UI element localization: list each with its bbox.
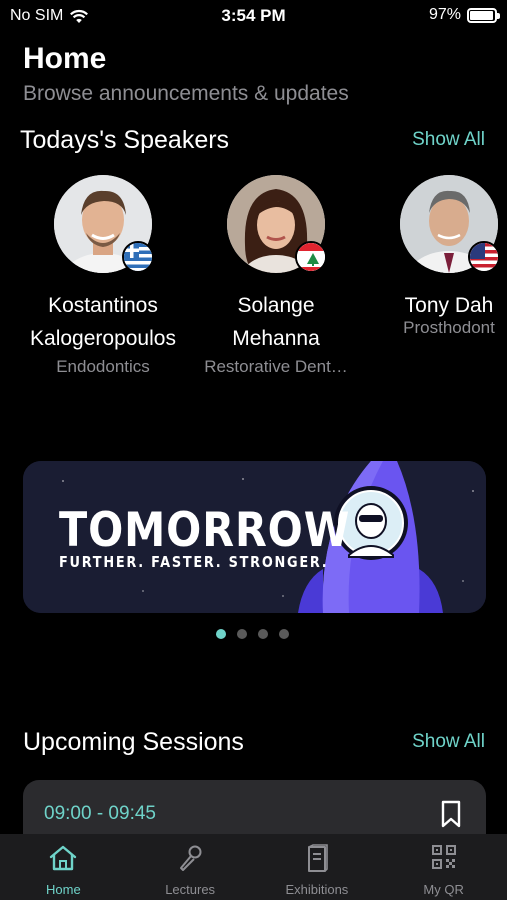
speaker-first-name: Kostantinos (48, 294, 158, 317)
speaker-specialty: Prosthodont (403, 318, 495, 337)
speaker-specialty: Restorative Dent… (204, 357, 348, 376)
banner-title: TOMORROW (59, 503, 351, 558)
sessions-section-title: Upcoming Sessions (23, 728, 244, 756)
tab-label: My QR (423, 882, 464, 897)
bookmark-icon[interactable] (440, 800, 462, 828)
status-bar: No SIM 3:54 PM 97% (0, 0, 507, 34)
battery-icon (467, 7, 500, 23)
carousel-pagination[interactable] (216, 629, 289, 639)
microphone-icon (180, 845, 202, 871)
battery-status: 97% (428, 6, 500, 24)
speaker-name: Solange Mehanna (176, 289, 376, 355)
tab-exhibitions[interactable]: Exhibitions (254, 834, 381, 900)
speakers-show-all-link[interactable]: Show All (412, 129, 485, 151)
home-icon (50, 845, 77, 871)
speaker-last-name: Mehanna (232, 327, 320, 350)
speaker-specialty: Endodontics (56, 357, 150, 376)
speaker-card[interactable]: Tony Dah Prosthodont (349, 175, 507, 338)
tab-label: Home (46, 882, 81, 897)
tab-home[interactable]: Home (0, 834, 127, 900)
usa-flag-icon (468, 241, 500, 273)
promo-banner[interactable]: TOMORROW FURTHER. FASTER. STRONGER. (23, 461, 486, 613)
speakers-carousel[interactable]: Kostantinos Kalogeropoulos Endodontics S… (0, 175, 507, 385)
speaker-name: Kostantinos Kalogeropoulos (3, 289, 203, 355)
speaker-card[interactable]: Kostantinos Kalogeropoulos Endodontics (3, 175, 203, 377)
tab-lectures[interactable]: Lectures (127, 834, 254, 900)
sessions-show-all-link[interactable]: Show All (412, 731, 485, 753)
tab-my-qr[interactable]: My QR (380, 834, 507, 900)
booklet-icon (307, 844, 328, 872)
sessions-section-header: Upcoming Sessions Show All (0, 728, 507, 762)
page-subtitle: Browse announcements & updates (23, 82, 349, 105)
speaker-last-name: Kalogeropoulos (30, 327, 176, 350)
session-time: 09:00 - 09:45 (44, 803, 156, 824)
pagination-dot[interactable] (258, 629, 268, 639)
speakers-section-header: Todays's Speakers Show All (0, 126, 507, 160)
lebanon-flag-icon (295, 241, 327, 273)
battery-percent: 97% (428, 6, 461, 23)
pagination-dot-active[interactable] (216, 629, 226, 639)
qr-code-icon (431, 845, 456, 869)
tab-label: Lectures (165, 882, 216, 897)
page-title: Home (23, 42, 107, 75)
banner-tagline: FURTHER. FASTER. STRONGER. (59, 553, 329, 571)
pagination-dot[interactable] (237, 629, 247, 639)
tab-bar: Home Lectures Exhibitions My QR (0, 834, 507, 900)
tab-label: Exhibitions (285, 882, 349, 897)
pagination-dot[interactable] (279, 629, 289, 639)
greece-flag-icon (122, 241, 154, 273)
speaker-card[interactable]: Solange Mehanna Restorative Dent… (176, 175, 376, 377)
speaker-first-name: Solange (237, 294, 315, 317)
speakers-section-title: Todays's Speakers (20, 126, 230, 154)
